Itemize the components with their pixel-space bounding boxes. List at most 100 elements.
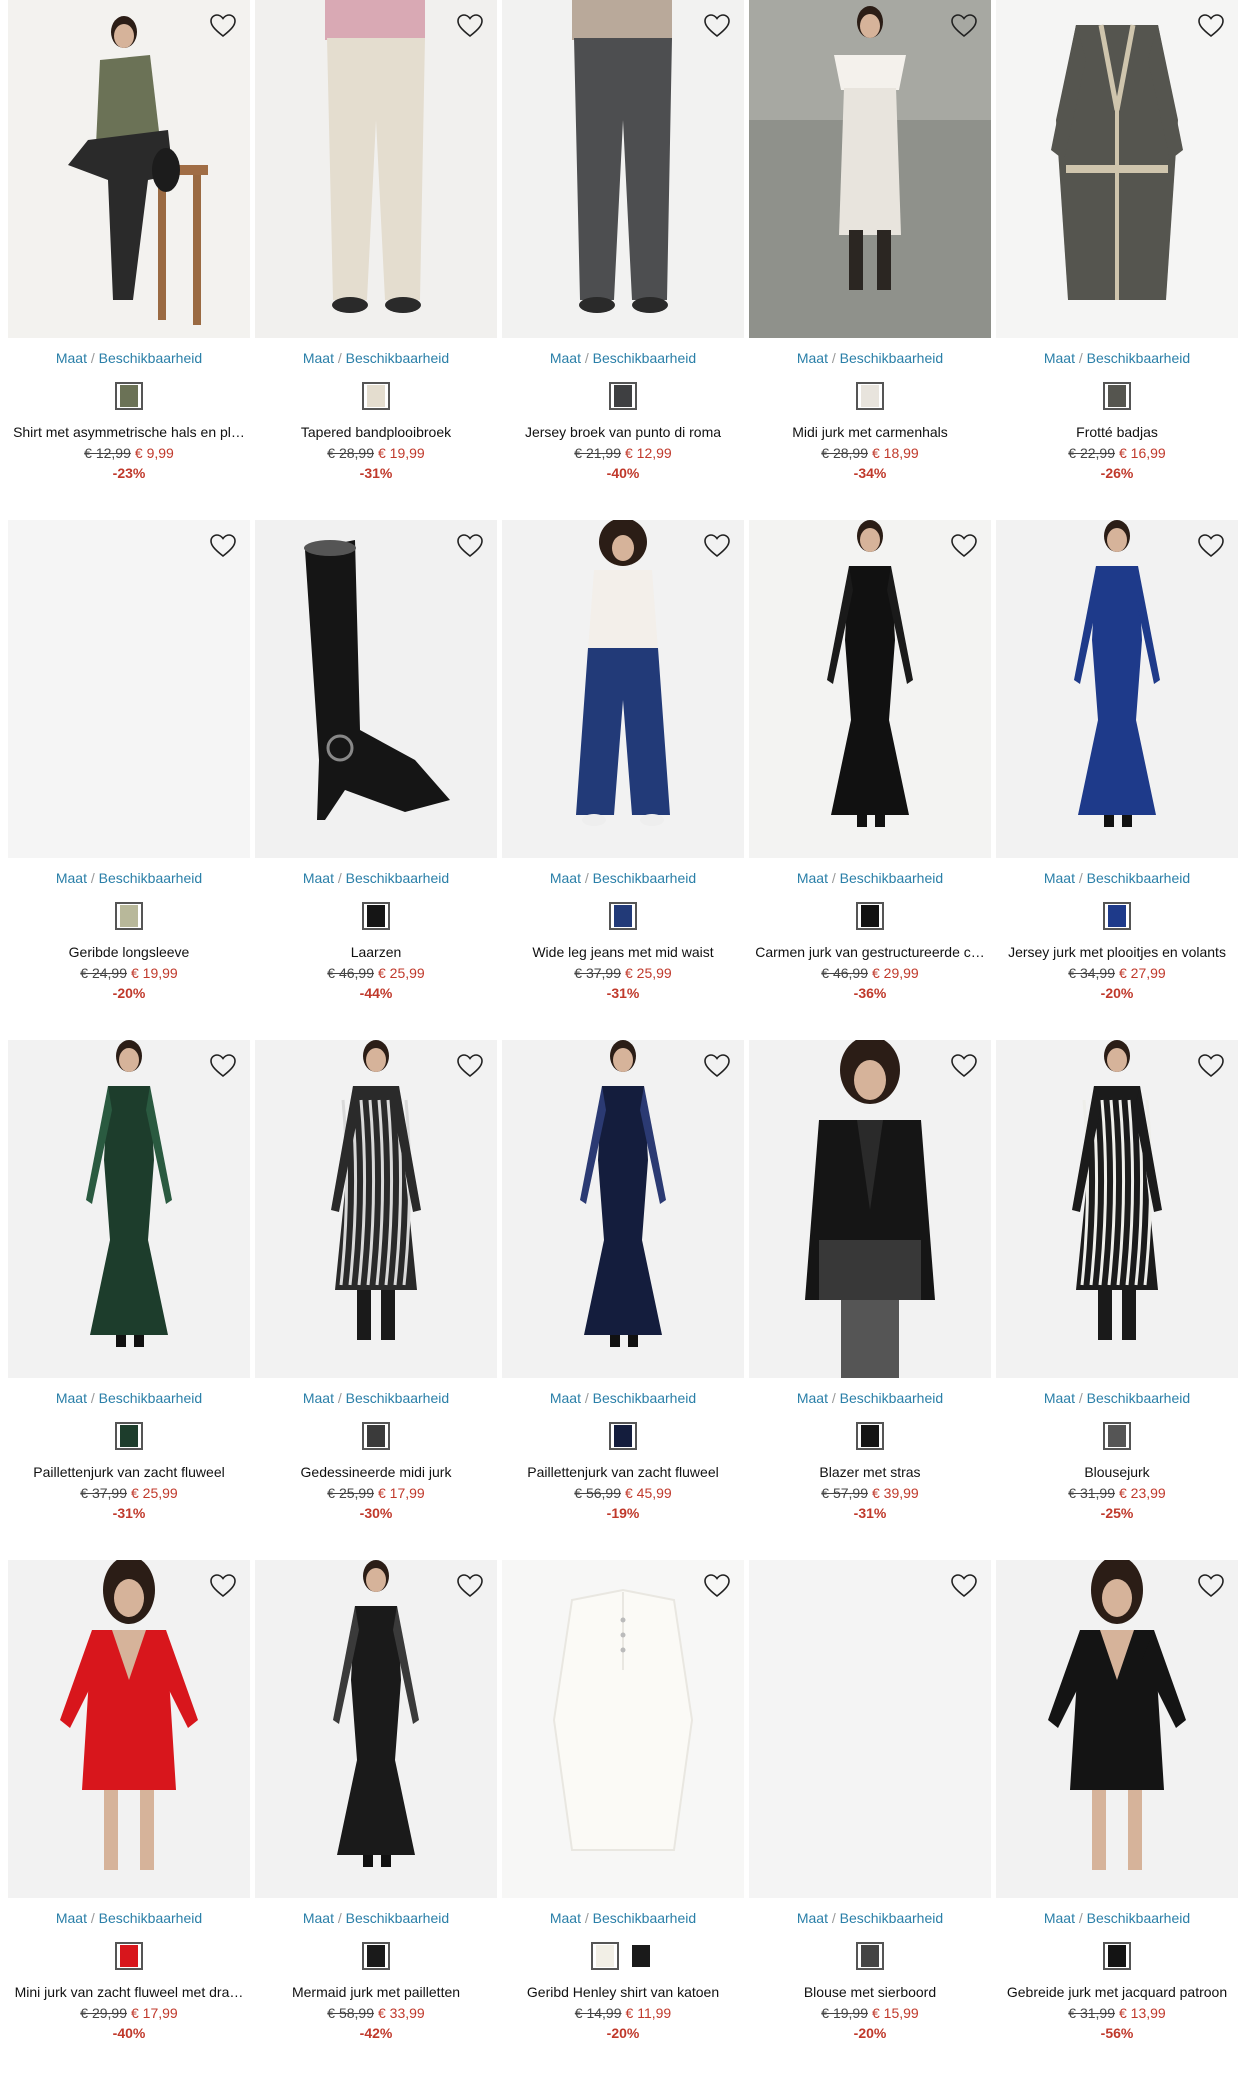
product-card[interactable]: Maat / Beschikbaarheid Tapered bandplooi… (255, 0, 497, 520)
wishlist-heart-button[interactable] (453, 530, 487, 562)
color-swatch[interactable] (609, 1422, 637, 1450)
product-image[interactable] (996, 1560, 1238, 1898)
product-card[interactable]: Maat / Beschikbaarheid Midi jurk met car… (749, 0, 991, 520)
product-card[interactable]: Maat / Beschikbaarheid Mermaid jurk met … (255, 1560, 497, 2080)
availability-label[interactable]: Beschikbaarheid (99, 350, 203, 366)
availability-label[interactable]: Beschikbaarheid (346, 1910, 450, 1926)
color-swatch[interactable] (362, 1942, 390, 1970)
color-swatch[interactable] (362, 1422, 390, 1450)
product-card[interactable]: Maat / Beschikbaarheid Geribde longsleev… (8, 520, 250, 1040)
color-swatch[interactable] (856, 902, 884, 930)
product-image[interactable] (749, 1560, 991, 1898)
size-availability-link[interactable]: Maat / Beschikbaarheid (255, 1910, 497, 1926)
size-label[interactable]: Maat (56, 350, 87, 366)
product-image[interactable] (996, 1040, 1238, 1378)
product-card[interactable]: Maat / Beschikbaarheid Gebreide jurk met… (996, 1560, 1238, 2080)
product-title[interactable]: Shirt met asymmetrische hals en pl… (8, 424, 250, 440)
product-image[interactable] (996, 520, 1238, 858)
product-title[interactable]: Frotté badjas (996, 424, 1238, 440)
wishlist-heart-button[interactable] (947, 1050, 981, 1082)
color-swatch[interactable] (362, 902, 390, 930)
color-swatch[interactable] (609, 902, 637, 930)
color-swatch[interactable] (115, 902, 143, 930)
product-card[interactable]: Maat / Beschikbaarheid Jersey jurk met p… (996, 520, 1238, 1040)
wishlist-heart-button[interactable] (453, 1570, 487, 1602)
product-image[interactable] (8, 1040, 250, 1378)
product-image[interactable] (255, 0, 497, 338)
availability-label[interactable]: Beschikbaarheid (99, 1910, 203, 1926)
product-card[interactable]: Maat / Beschikbaarheid Blousejurk € 31,9… (996, 1040, 1238, 1560)
size-label[interactable]: Maat (56, 1910, 87, 1926)
size-availability-link[interactable]: Maat / Beschikbaarheid (996, 1910, 1238, 1926)
availability-label[interactable]: Beschikbaarheid (840, 350, 944, 366)
wishlist-heart-button[interactable] (1194, 1050, 1228, 1082)
size-availability-link[interactable]: Maat / Beschikbaarheid (8, 1910, 250, 1926)
size-label[interactable]: Maat (797, 1390, 828, 1406)
product-card[interactable]: Maat / Beschikbaarheid Frotté badjas € 2… (996, 0, 1238, 520)
product-image[interactable] (8, 520, 250, 858)
product-card[interactable]: Maat / Beschikbaarheid Geribd Henley shi… (502, 1560, 744, 2080)
size-label[interactable]: Maat (1044, 350, 1075, 366)
color-swatch[interactable] (856, 1942, 884, 1970)
color-swatch[interactable] (627, 1942, 655, 1970)
wishlist-heart-button[interactable] (700, 1570, 734, 1602)
product-image[interactable] (255, 1040, 497, 1378)
product-title[interactable]: Geribde longsleeve (8, 944, 250, 960)
product-card[interactable]: Maat / Beschikbaarheid Wide leg jeans me… (502, 520, 744, 1040)
size-label[interactable]: Maat (303, 1910, 334, 1926)
size-availability-link[interactable]: Maat / Beschikbaarheid (502, 870, 744, 886)
size-availability-link[interactable]: Maat / Beschikbaarheid (996, 870, 1238, 886)
product-title[interactable]: Blousejurk (996, 1464, 1238, 1480)
size-availability-link[interactable]: Maat / Beschikbaarheid (255, 870, 497, 886)
product-title[interactable]: Paillettenjurk van zacht fluweel (502, 1464, 744, 1480)
size-label[interactable]: Maat (1044, 1910, 1075, 1926)
availability-label[interactable]: Beschikbaarheid (593, 350, 697, 366)
color-swatch[interactable] (856, 1422, 884, 1450)
product-card[interactable]: Maat / Beschikbaarheid Shirt met asymmet… (8, 0, 250, 520)
availability-label[interactable]: Beschikbaarheid (99, 870, 203, 886)
wishlist-heart-button[interactable] (453, 1050, 487, 1082)
availability-label[interactable]: Beschikbaarheid (1087, 1390, 1191, 1406)
availability-label[interactable]: Beschikbaarheid (840, 1390, 944, 1406)
product-image[interactable] (8, 1560, 250, 1898)
product-image[interactable] (502, 1560, 744, 1898)
size-availability-link[interactable]: Maat / Beschikbaarheid (749, 1390, 991, 1406)
wishlist-heart-button[interactable] (206, 1050, 240, 1082)
color-swatch[interactable] (1103, 902, 1131, 930)
product-card[interactable]: Maat / Beschikbaarheid Mini jurk van zac… (8, 1560, 250, 2080)
availability-label[interactable]: Beschikbaarheid (346, 870, 450, 886)
size-label[interactable]: Maat (56, 870, 87, 886)
product-title[interactable]: Geribd Henley shirt van katoen (502, 1984, 744, 2000)
wishlist-heart-button[interactable] (700, 530, 734, 562)
product-title[interactable]: Carmen jurk van gestructureerde c… (749, 944, 991, 960)
wishlist-heart-button[interactable] (700, 10, 734, 42)
color-swatch[interactable] (362, 382, 390, 410)
color-swatch[interactable] (856, 382, 884, 410)
size-label[interactable]: Maat (303, 870, 334, 886)
availability-label[interactable]: Beschikbaarheid (346, 350, 450, 366)
product-title[interactable]: Blouse met sierboord (749, 1984, 991, 2000)
size-label[interactable]: Maat (1044, 870, 1075, 886)
size-availability-link[interactable]: Maat / Beschikbaarheid (502, 1390, 744, 1406)
availability-label[interactable]: Beschikbaarheid (1087, 870, 1191, 886)
wishlist-heart-button[interactable] (947, 530, 981, 562)
availability-label[interactable]: Beschikbaarheid (840, 1910, 944, 1926)
size-availability-link[interactable]: Maat / Beschikbaarheid (8, 350, 250, 366)
size-availability-link[interactable]: Maat / Beschikbaarheid (255, 1390, 497, 1406)
product-title[interactable]: Paillettenjurk van zacht fluweel (8, 1464, 250, 1480)
product-image[interactable] (749, 520, 991, 858)
product-image[interactable] (749, 0, 991, 338)
product-image[interactable] (502, 520, 744, 858)
size-availability-link[interactable]: Maat / Beschikbaarheid (996, 350, 1238, 366)
wishlist-heart-button[interactable] (700, 1050, 734, 1082)
size-availability-link[interactable]: Maat / Beschikbaarheid (255, 350, 497, 366)
product-title[interactable]: Midi jurk met carmenhals (749, 424, 991, 440)
wishlist-heart-button[interactable] (206, 530, 240, 562)
product-image[interactable] (502, 1040, 744, 1378)
product-title[interactable]: Gebreide jurk met jacquard patroon (996, 1984, 1238, 2000)
color-swatch[interactable] (115, 1942, 143, 1970)
color-swatch[interactable] (1103, 1422, 1131, 1450)
availability-label[interactable]: Beschikbaarheid (346, 1390, 450, 1406)
size-label[interactable]: Maat (550, 1390, 581, 1406)
availability-label[interactable]: Beschikbaarheid (1087, 1910, 1191, 1926)
